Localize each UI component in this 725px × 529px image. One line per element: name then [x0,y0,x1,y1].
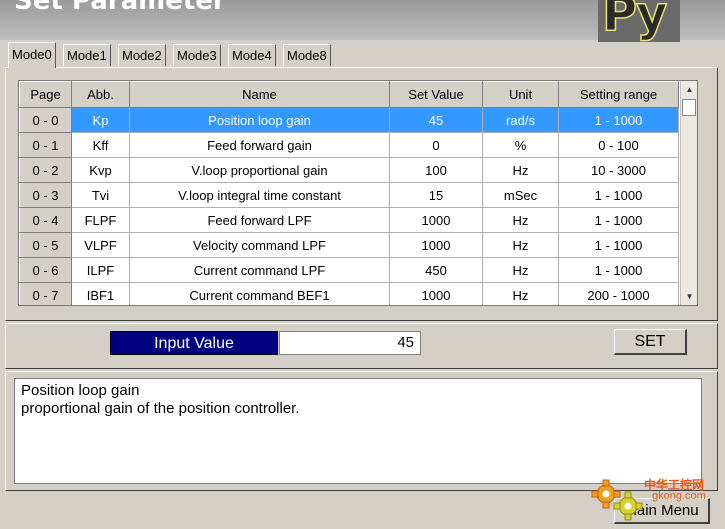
app-logo: Py [598,0,680,43]
unit-cell[interactable]: mSec [482,182,559,208]
column-header-set-value[interactable]: Set Value [389,81,483,108]
table-row[interactable]: 0 - 1 Kff Feed forward gain 0% 0 - 100 [19,132,679,158]
column-header-unit[interactable]: Unit [482,81,559,108]
set-value-cell[interactable]: 100 [389,157,483,183]
name-cell[interactable]: Velocity command LPF [129,232,390,258]
watermark-url: gkong.com [652,490,706,502]
scroll-thumb[interactable] [682,99,696,116]
gear-icon [591,479,643,521]
name-cell[interactable]: V.loop proportional gain [129,157,390,183]
setting-range-cell[interactable]: 1 - 1000 [558,232,679,258]
abbreviation-cell[interactable]: Kff [71,132,130,158]
abbreviation-cell[interactable]: ILPF [71,257,130,283]
page-cell[interactable]: 0 - 3 [19,182,72,208]
tab-label: Mode1 [67,48,107,63]
table-header-row: Page Abb. Name Set Value Unit Setting ra… [19,81,679,108]
setting-range-cell[interactable]: 200 - 1000 [558,282,679,305]
title-bar: Set Parameter Py [0,0,725,43]
tab-mode0[interactable]: Mode0 [8,42,56,68]
tab-mode4[interactable]: Mode4 [228,44,276,66]
description-text: proportional gain of the position contro… [21,400,300,417]
setting-range-cell[interactable]: 1 - 1000 [558,257,679,283]
table-row[interactable]: 0 - 4 FLPF Feed forward LPF 1000 Hz 1 - 1000 [19,207,679,233]
tab-label: Mode3 [177,48,217,63]
description-box: Position loop gain proportional gain of … [14,378,702,484]
setting-range-cell[interactable]: 1 - 1000 [558,207,679,233]
column-header-name[interactable]: Name [129,81,390,108]
tab-mode3[interactable]: Mode3 [173,44,221,66]
tab-label: Mode2 [122,48,162,63]
set-value-cell[interactable]: 45 [389,107,483,133]
unit-cell[interactable]: rad/s [482,107,559,133]
name-cell[interactable]: Current command BEF1 [129,282,390,305]
abbreviation-cell[interactable]: IBF1 [71,282,130,305]
setting-range-cell[interactable]: 10 - 3000 [558,157,679,183]
table-row[interactable]: 0 - 5 VLPF Velocity command LPF 1000 Hz 1 - 1… [19,232,679,258]
set-value-cell[interactable]: 15 [389,182,483,208]
column-header-page[interactable]: Page [19,81,72,108]
name-cell[interactable]: Position loop gain [129,107,390,133]
scroll-down-icon[interactable]: ▼ [682,289,697,304]
table-row[interactable]: 0 - 2 Kvp V.loop proportional gain 100 Hz 10 … [19,157,679,183]
logo-text: Py [601,0,668,43]
page-cell[interactable]: 0 - 6 [19,257,72,283]
unit-cell[interactable]: Hz [482,282,559,305]
window-title: Set Parameter [14,0,226,16]
scroll-up-icon[interactable]: ▲ [682,82,697,97]
description-title: Position loop gain [21,382,140,399]
input-value-field[interactable]: 45 [279,331,421,355]
input-value-label: Input Value [110,331,278,355]
setting-range-cell[interactable]: 0 - 100 [558,132,679,158]
column-header-setting-range[interactable]: Setting range [558,81,679,108]
page-cell[interactable]: 0 - 5 [19,232,72,258]
tab-label: Mode4 [232,48,272,63]
page-cell[interactable]: 0 - 1 [19,132,72,158]
table-row[interactable]: 0 - 0 Kp Position loop gain 45 rad/s 1 - 1000 [19,107,679,133]
unit-cell[interactable]: Hz [482,207,559,233]
name-cell[interactable]: Feed forward gain [129,132,390,158]
unit-cell[interactable]: Hz [482,257,559,283]
page-cell[interactable]: 0 - 0 [19,107,72,133]
abbreviation-cell[interactable]: Tvi [71,182,130,208]
name-cell[interactable]: V.loop integral time constant [129,182,390,208]
set-value-cell[interactable]: 450 [389,257,483,283]
unit-cell[interactable]: Hz [482,157,559,183]
tab-mode8[interactable]: Mode8 [283,44,331,66]
parameter-grid: Page Abb. Name Set Value Unit Setting ra… [18,80,698,306]
set-value-cell[interactable]: 1000 [389,282,483,305]
setting-range-cell[interactable]: 1 - 1000 [558,107,679,133]
table-row[interactable]: 0 - 7 IBF1 Current command BEF1 1000 Hz 200 -… [19,282,679,305]
set-value-cell[interactable]: 1000 [389,232,483,258]
parameter-table: Page Abb. Name Set Value Unit Setting ra… [19,81,679,305]
abbreviation-cell[interactable]: FLPF [71,207,130,233]
unit-cell[interactable]: % [482,132,559,158]
page-cell[interactable]: 0 - 2 [19,157,72,183]
abbreviation-cell[interactable]: VLPF [71,232,130,258]
tab-mode1[interactable]: Mode1 [63,44,111,66]
table-row[interactable]: 0 - 3 Tvi V.loop integral time constant 15 m… [19,182,679,208]
tab-label: Mode8 [287,48,327,63]
tab-mode2[interactable]: Mode2 [118,44,166,66]
abbreviation-cell[interactable]: Kvp [71,157,130,183]
watermark: 中华工控网 gkong.com [590,476,725,526]
unit-cell[interactable]: Hz [482,232,559,258]
table-row[interactable]: 0 - 6 ILPF Current command LPF 450 Hz 1 - 100… [19,257,679,283]
name-cell[interactable]: Current command LPF [129,257,390,283]
set-value-cell[interactable]: 1000 [389,207,483,233]
tab-label: Mode0 [12,47,52,62]
setting-range-cell[interactable]: 1 - 1000 [558,182,679,208]
page-cell[interactable]: 0 - 7 [19,282,72,305]
set-value-cell[interactable]: 0 [389,132,483,158]
name-cell[interactable]: Feed forward LPF [129,207,390,233]
grid-vertical-scrollbar[interactable]: ▲ ▼ [680,81,697,305]
column-header-abbreviation[interactable]: Abb. [71,81,130,108]
set-button[interactable]: SET [614,329,687,355]
page-cell[interactable]: 0 - 4 [19,207,72,233]
abbreviation-cell[interactable]: Kp [71,107,130,133]
